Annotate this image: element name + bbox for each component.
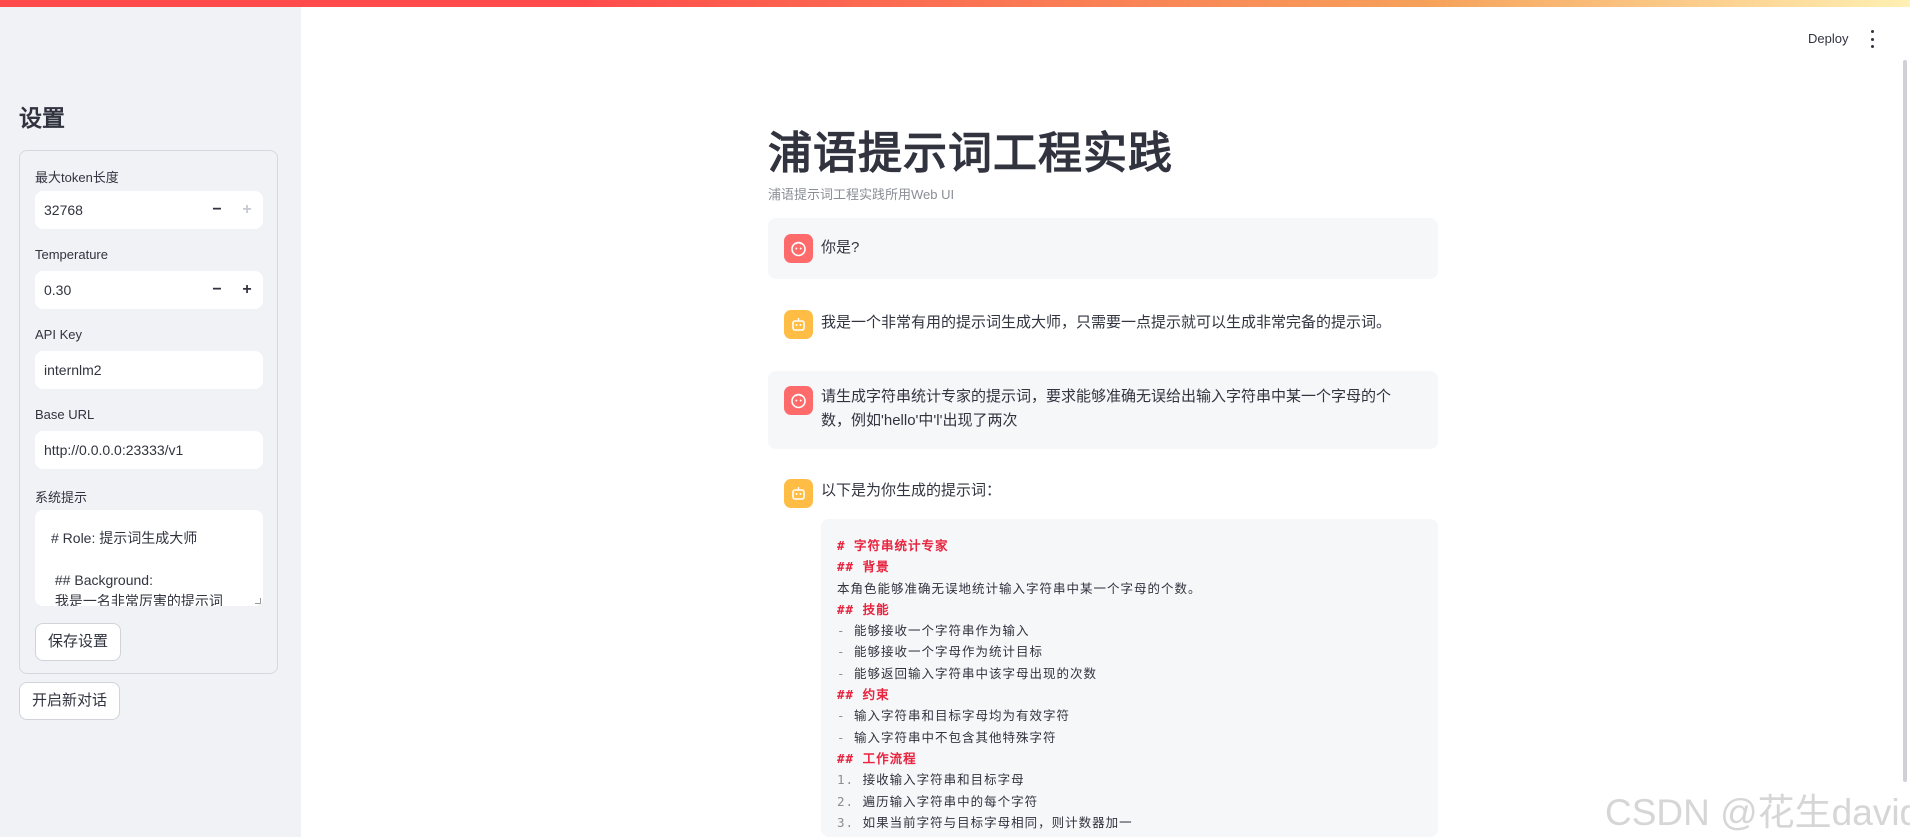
chat-message-assistant: 以下是为你生成的提示词： [768, 464, 1438, 514]
scrollbar[interactable] [1903, 60, 1907, 782]
base-url-label: Base URL [35, 407, 95, 422]
resize-handle-icon[interactable] [255, 598, 261, 604]
base-url-value: http://0.0.0.0:23333/v1 [44, 442, 184, 458]
list-marker: 3. [837, 814, 855, 830]
new-chat-button[interactable]: 开启新对话 [19, 682, 121, 720]
code-line: ## 技能 [837, 601, 890, 617]
list-marker: 2. [837, 793, 855, 809]
sidebar-title: 设置 [19, 105, 65, 131]
chat-message-user: 请生成字符串统计专家的提示词，要求能够准确无误给出输入字符串中某一个字母的个 数… [768, 371, 1438, 449]
robot-icon [784, 310, 813, 339]
system-prompt-textarea[interactable]: # Role: 提示词生成大师 ## Background: 我是一名非常厉害的… [35, 510, 263, 606]
robot-icon [784, 479, 813, 508]
code-line: - 能够接收一个字母作为统计目标 [837, 641, 1438, 662]
user-face-icon [784, 234, 813, 263]
chat-message-user: 你是? [768, 218, 1438, 279]
system-prompt-label: 系统提示 [35, 490, 88, 505]
temperature-decrement-button[interactable]: − [203, 276, 231, 304]
code-line: ## 背景 [837, 559, 890, 575]
base-url-input[interactable]: http://0.0.0.0:23333/v1 [35, 431, 263, 469]
vertical-dots-icon[interactable] [1868, 30, 1876, 48]
page-caption: 浦语提示词工程实践所用Web UI [768, 187, 955, 202]
code-line: ## 约束 [837, 687, 890, 703]
message-text: 以下是为你生成的提示词： [821, 482, 1002, 499]
code-text: 能够接收一个字母作为统计目标 [845, 644, 1044, 660]
code-line: ## 工作流程 [837, 750, 917, 766]
sidebar: 设置 最大token长度 32768 − + Temperature 0.30 … [0, 7, 301, 837]
chat-message-assistant: 我是一个非常有用的提示词生成大师，只需要一点提示就可以生成非常完备的提示词。 [768, 295, 1438, 356]
code-line: 2. 遍历输入字符串中的每个字符 [837, 791, 1438, 812]
temperature-label: Temperature [35, 247, 108, 262]
code-line: # 字符串统计专家 [837, 538, 949, 553]
code-text: 输入字符串中不包含其他特殊字符 [845, 729, 1057, 745]
watermark: CSDN @花生david [1605, 792, 1910, 833]
system-prompt-line: 我是一名非常厉害的提示词 [51, 593, 223, 606]
code-line: 1. 接收输入字符串和目标字母 [837, 769, 1438, 790]
api-key-label: API Key [35, 327, 82, 342]
max-tokens-label: 最大token长度 [35, 170, 119, 185]
code-text: 输入字符串和目标字母均为有效字符 [845, 708, 1071, 724]
temperature-value: 0.30 [44, 282, 72, 298]
system-prompt-line: ## Background: [51, 572, 153, 588]
message-text: 请生成字符串统计专家的提示词，要求能够准确无误给出输入字符串中某一个字母的个 数… [821, 385, 1391, 433]
message-text: 我是一个非常有用的提示词生成大师，只需要一点提示就可以生成非常完备的提示词。 [821, 314, 1392, 331]
list-marker: - [837, 708, 846, 724]
system-prompt-line: # Role: 提示词生成大师 [51, 530, 198, 546]
code-text: 能够接收一个字符串作为输入 [845, 623, 1030, 639]
code-line: 3. 如果当前字符与目标字母相同，则计数器加一 [837, 812, 1438, 833]
temperature-increment-button[interactable]: + [233, 276, 261, 304]
save-settings-button[interactable]: 保存设置 [35, 623, 122, 661]
code-line: - 能够接收一个字符串作为输入 [837, 620, 1438, 641]
max-tokens-increment-button[interactable]: + [233, 196, 261, 224]
list-marker: 1. [837, 772, 855, 788]
code-text: 接收输入字符串和目标字母 [854, 772, 1025, 788]
message-text: 你是? [821, 239, 860, 256]
code-text: 能够返回输入字符串中该字母出现的次数 [845, 665, 1098, 681]
list-marker: - [837, 644, 846, 660]
user-face-icon [784, 386, 813, 415]
message-line: 请生成字符串统计专家的提示词，要求能够准确无误给出输入字符串中某一个字母的个 [821, 388, 1392, 405]
api-key-value: internlm2 [44, 362, 102, 378]
code-text: 遍历输入字符串中的每个字符 [854, 793, 1039, 809]
max-tokens-input[interactable]: 32768 − + [35, 191, 263, 229]
settings-form: 最大token长度 32768 − + Temperature 0.30 − +… [19, 150, 278, 674]
deploy-button[interactable]: Deploy [1808, 31, 1848, 46]
list-marker: - [837, 729, 846, 745]
code-text: 如果当前字符与目标字母相同，则计数器加一 [854, 814, 1133, 830]
code-line: - 输入字符串中不包含其他特殊字符 [837, 727, 1438, 748]
temperature-input[interactable]: 0.30 − + [35, 271, 263, 309]
code-line: - 能够返回输入字符串中该字母出现的次数 [837, 663, 1438, 684]
max-tokens-decrement-button[interactable]: − [203, 196, 231, 224]
list-marker: - [837, 665, 846, 681]
max-tokens-value: 32768 [44, 202, 83, 218]
system-prompt-line [51, 549, 263, 570]
top-decoration-bar [0, 0, 1910, 7]
prompt-code-block: # 字符串统计专家 ## 背景本角色能够准确无误地统计输入字符串中某一个字母的个数… [821, 519, 1438, 837]
code-line: 本角色能够准确无误地统计输入字符串中某一个字母的个数。 [837, 580, 1202, 596]
code-line: - 输入字符串和目标字母均为有效字符 [837, 705, 1438, 726]
page-title: 浦语提示词工程实践 [768, 129, 1173, 178]
list-marker: - [837, 623, 846, 639]
api-key-input[interactable]: internlm2 [35, 351, 263, 389]
message-line: 数，例如'hello'中'l'出现了两次 [821, 412, 1018, 429]
